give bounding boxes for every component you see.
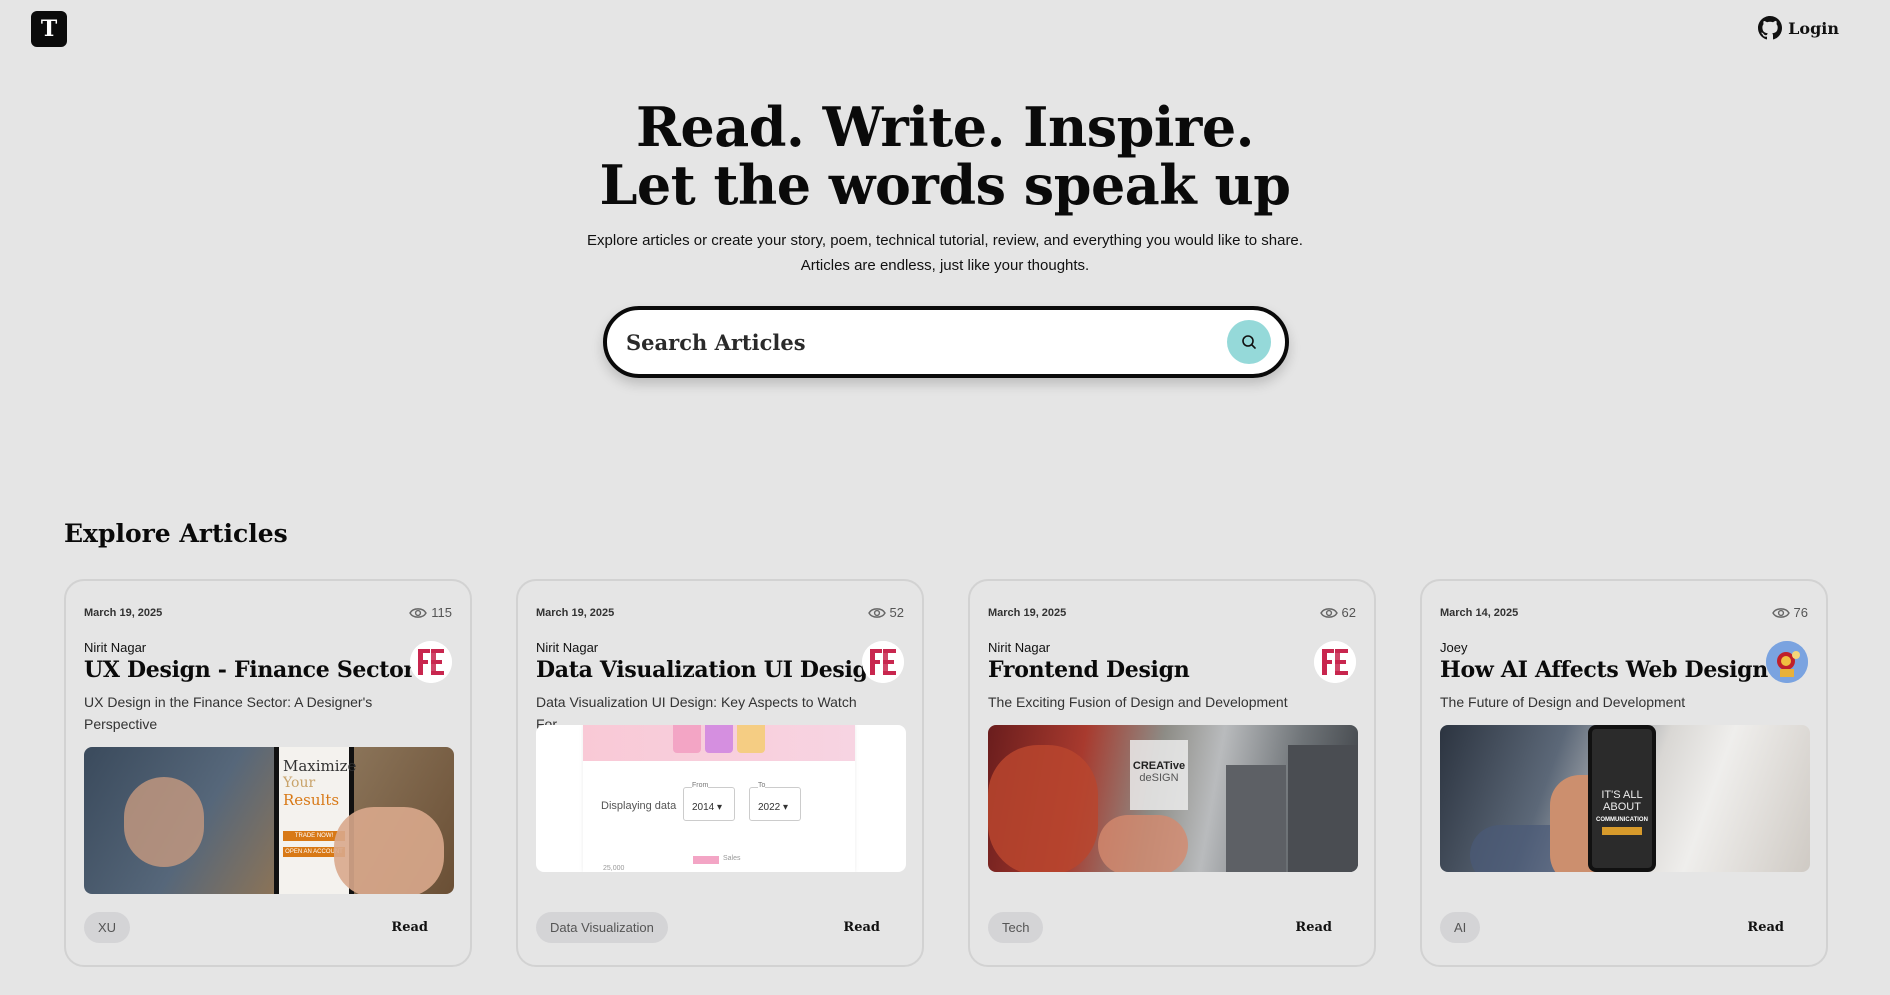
explore-articles-heading: Explore Articles [64, 519, 288, 548]
article-title[interactable]: Data Visualization UI Design [536, 657, 904, 683]
hero-title: Read. Write. Inspire. Let the words spea… [0, 98, 1890, 214]
author-avatar [410, 641, 452, 683]
fe-logo-icon [410, 641, 452, 683]
search-button[interactable] [1227, 320, 1271, 364]
article-title[interactable]: Frontend Design [988, 657, 1356, 683]
view-count: 62 [1319, 605, 1356, 620]
article-date: March 19, 2025 [988, 606, 1067, 619]
eye-icon [1771, 607, 1790, 618]
eye-icon [867, 607, 886, 618]
logo-letter: T [40, 16, 58, 42]
search-input[interactable] [626, 329, 1227, 355]
article-thumbnail: Displaying data From 2014 ▾ To 2022 ▾ Sa… [536, 725, 906, 872]
article-author: Nirit Nagar [536, 640, 599, 655]
hero-title-line1: Read. Write. Inspire. [636, 95, 1254, 159]
article-author: Nirit Nagar [84, 640, 147, 655]
thumb-to-label: To [758, 782, 766, 789]
article-card[interactable]: March 19, 2025 52 Nirit Nagar Data Visua… [516, 579, 924, 967]
thumb-label: Displaying data [601, 800, 677, 812]
article-list: March 19, 2025 115 Nirit Nagar UX Design… [64, 579, 1828, 967]
article-description: The Exciting Fusion of Design and Develo… [988, 694, 1288, 710]
article-description: Data Visualization UI Design: Key Aspect… [536, 694, 857, 732]
thumb-text-1: Maximize [283, 757, 357, 775]
site-logo[interactable]: T [31, 11, 67, 47]
thumb-text-2: Your [283, 775, 316, 791]
article-tag[interactable]: Tech [988, 912, 1044, 943]
article-card[interactable]: March 19, 2025 115 Nirit Nagar UX Design… [64, 579, 472, 967]
article-thumbnail: IT'S ALL ABOUT COMMUNICATION [1440, 725, 1810, 872]
view-count-value: 76 [1793, 605, 1808, 620]
article-tag[interactable]: AI [1440, 912, 1481, 943]
author-avatar [1314, 641, 1356, 683]
author-avatar [1766, 641, 1808, 683]
thumb-text-3: Results [283, 791, 340, 809]
login-label: Login [1788, 18, 1839, 38]
view-count: 76 [1771, 605, 1808, 620]
article-description: The Future of Design and Development [1440, 694, 1686, 710]
login-button[interactable]: Login [1758, 16, 1839, 40]
thumb-legend: Sales [723, 855, 741, 862]
view-count-value: 52 [889, 605, 904, 620]
hero-subtitle-line2: Articles are endless, just like your tho… [800, 257, 1090, 274]
search-icon [1242, 335, 1256, 349]
eye-icon [1319, 607, 1338, 618]
character-avatar-icon [1766, 641, 1808, 683]
fe-logo-icon [862, 641, 904, 683]
github-icon [1758, 16, 1783, 40]
read-button[interactable]: Read [1747, 920, 1784, 935]
thumb-text-1: IT'S ALL [1601, 789, 1643, 801]
view-count-value: 115 [431, 605, 452, 620]
eye-icon [409, 607, 428, 618]
thumb-text-3: COMMUNICATION [1596, 817, 1648, 823]
article-author: Nirit Nagar [988, 640, 1051, 655]
read-button[interactable]: Read [1295, 920, 1332, 935]
view-count: 115 [409, 605, 452, 620]
thumb-to-value: 2022 [758, 802, 781, 813]
hero-section: Read. Write. Inspire. Let the words spea… [0, 98, 1890, 278]
article-date: March 14, 2025 [1440, 606, 1519, 619]
article-title[interactable]: UX Design - Finance Sector [84, 657, 452, 683]
article-author: Joey [1440, 640, 1468, 655]
view-count-value: 62 [1341, 605, 1356, 620]
article-thumbnail: CREATive deSIGN [988, 725, 1358, 872]
article-title[interactable]: How AI Affects Web Design [1440, 657, 1808, 683]
hero-subtitle-line1: Explore articles or create your story, p… [587, 232, 1303, 249]
article-thumbnail: Maximize Your Results TRADE NOW! OPEN AN… [84, 747, 454, 894]
view-count: 52 [867, 605, 904, 620]
thumb-text-1: CREATive [1132, 760, 1186, 772]
read-button[interactable]: Read [391, 920, 428, 935]
hero-title-line2: Let the words speak up [599, 153, 1291, 217]
article-tag[interactable]: Data Visualization [536, 912, 668, 943]
fe-logo-icon [1314, 641, 1356, 683]
thumb-from-label: From [692, 782, 709, 789]
author-avatar [862, 641, 904, 683]
article-card[interactable]: March 14, 2025 76 Joey How AI Affects We… [1420, 579, 1828, 967]
thumb-text-2: deSIGN [1139, 772, 1179, 784]
article-card[interactable]: March 19, 2025 62 Nirit Nagar Frontend D… [968, 579, 1376, 967]
read-button[interactable]: Read [843, 920, 880, 935]
article-date: March 19, 2025 [84, 606, 163, 619]
hero-subtitle: Explore articles or create your story, p… [0, 228, 1890, 278]
thumb-text-2: ABOUT [1603, 801, 1641, 813]
article-date: March 19, 2025 [536, 606, 615, 619]
search-bar [603, 306, 1289, 378]
article-description: UX Design in the Finance Sector: A Desig… [84, 694, 373, 732]
thumb-axis: 25,000 [603, 865, 625, 872]
thumb-from-value: 2014 [692, 802, 715, 813]
article-tag[interactable]: XU [84, 912, 131, 943]
